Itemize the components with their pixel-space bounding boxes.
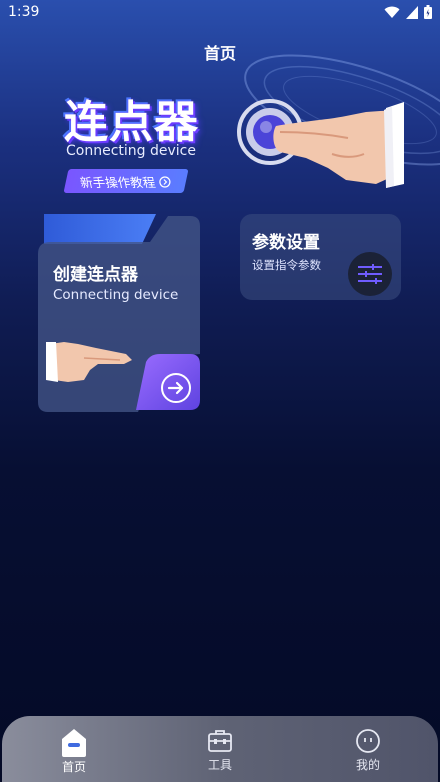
bottom-nav: 首页 工具 我的 — [2, 716, 438, 782]
status-bar: 1:39 — [0, 0, 440, 26]
create-card-subtitle: Connecting device — [53, 287, 179, 303]
sliders-icon — [348, 252, 392, 296]
nav-item-home[interactable]: 首页 — [34, 716, 114, 782]
nav-label-home: 首页 — [61, 760, 86, 774]
tutorial-button[interactable]: 新手操作教程 — [63, 169, 189, 193]
battery-icon — [424, 5, 432, 19]
brand-title: 连点器 — [64, 97, 199, 148]
arrow-right-icon[interactable] — [158, 370, 194, 406]
signal-icon — [406, 5, 418, 19]
nav-label-tools: 工具 — [207, 758, 232, 772]
home-icon — [62, 729, 86, 757]
brand-subtitle: Connecting device — [66, 143, 196, 159]
status-icons — [384, 5, 432, 19]
hero-hand-illustration — [237, 99, 404, 188]
face-icon — [356, 729, 380, 753]
params-card-subtitle: 设置指令参数 — [252, 258, 321, 272]
circle-arrow-icon — [159, 175, 172, 187]
tutorial-label: 新手操作教程 — [79, 174, 158, 190]
create-card-title: 创建连点器 — [53, 265, 138, 285]
status-time: 1:39 — [8, 4, 40, 20]
nav-label-mine: 我的 — [355, 758, 380, 772]
params-card-title: 参数设置 — [252, 233, 320, 253]
nav-item-tools[interactable]: 工具 — [180, 716, 260, 782]
toolbox-icon — [208, 730, 232, 752]
nav-item-mine[interactable]: 我的 — [328, 716, 408, 782]
wifi-icon — [384, 6, 400, 18]
